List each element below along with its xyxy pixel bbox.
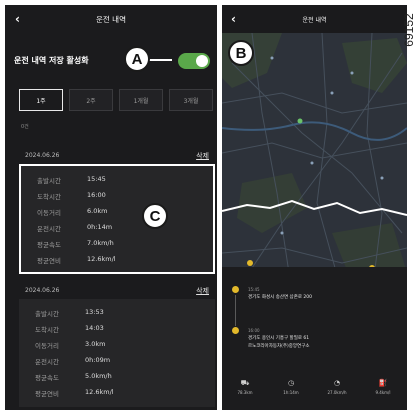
row-label: 평균속도 xyxy=(37,241,61,249)
avg-speed-row: 평균속도 5.0km/h xyxy=(19,370,215,384)
driving-time-row: 운전시간 0h:14m xyxy=(21,221,217,235)
toggle-knob xyxy=(196,55,208,67)
driving-time-row: 운전시간 0h:09m xyxy=(19,354,215,368)
record-date: 2024.06.26 xyxy=(25,287,60,294)
callout-b: B xyxy=(228,40,254,66)
row-label: 이동거리 xyxy=(37,209,61,217)
avg-fuel-row: 평균연비 12.6km/l xyxy=(19,386,215,400)
row-value: 16:00 xyxy=(87,191,106,199)
row-value: 6.0km xyxy=(87,207,108,215)
period-selector: 1주 2주 1개월 3개월 xyxy=(19,89,215,111)
record-details[interactable]: 출발시간 15:45 도착시간 16:00 이동거리 6.0km 운전시간 0h:14m… xyxy=(19,164,215,274)
callout-c: C xyxy=(142,203,168,229)
record-count: 0건 xyxy=(21,124,29,130)
row-label: 평균연비 xyxy=(35,390,59,398)
start-address: 경기도 화성시 송산면 삼존로 200 xyxy=(248,295,312,300)
arrival-time-row: 도착시간 16:00 xyxy=(21,189,217,203)
distance-stat: ⛟ 78.3km xyxy=(222,379,268,405)
history-record: 2024.06.26 삭제 출발시간 13:53 도착시간 14:03 이동거리 3.… xyxy=(19,283,215,408)
stat-value: 78.3km xyxy=(237,390,253,395)
image-code: 69152 xyxy=(397,3,419,63)
row-label: 도착시간 xyxy=(37,193,61,201)
header: ‹ 운전 내역 xyxy=(5,5,217,33)
start-time: 15:45 xyxy=(248,287,260,292)
row-value: 14:03 xyxy=(85,324,104,332)
record-date: 2024.06.26 xyxy=(25,152,60,159)
callout-a: A xyxy=(124,46,150,72)
delete-link[interactable]: 삭제 xyxy=(196,151,209,161)
arrival-time-row: 도착시간 14:03 xyxy=(19,322,215,336)
start-pin-icon xyxy=(232,286,239,293)
row-value: 0h:14m xyxy=(87,223,113,231)
driving-history-screen: ‹ 운전 내역 운전 내역 저장 활성화 1주 2주 1개월 3개월 0건 20… xyxy=(5,5,217,410)
row-label: 이동거리 xyxy=(35,342,59,350)
row-label: 도착시간 xyxy=(35,326,59,334)
row-label: 운전시간 xyxy=(35,358,59,366)
end-pin-icon xyxy=(232,327,239,334)
row-label: 운전시간 xyxy=(37,225,61,233)
header: ‹ 운전 내역 xyxy=(222,5,407,33)
route-map-screen: ‹ 운전 내역 15:45 경기도 화성시 송산면 삼존로 200 16:00 … xyxy=(222,5,407,410)
row-label: 출발시간 xyxy=(37,177,61,185)
stat-value: 27.0km/h xyxy=(327,390,347,395)
trip-stats: ⛟ 78.3km ◷ 1h:14m ◔ 27.0km/h ⛽ 9.4km/l xyxy=(222,379,407,405)
page-title: 운전 내역 xyxy=(302,17,327,24)
duration-stat: ◷ 1h:14m xyxy=(268,379,314,405)
save-history-toggle[interactable] xyxy=(178,53,210,69)
speed-stat: ◔ 27.0km/h xyxy=(314,379,360,405)
end-address-detail: 르노코리아자동차(주)중앙연구소 xyxy=(248,344,310,349)
row-label: 평균연비 xyxy=(37,257,61,265)
save-history-label: 운전 내역 저장 활성화 xyxy=(14,56,89,65)
row-value: 0h:09m xyxy=(85,356,111,364)
history-record: 2024.06.26 삭제 출발시간 15:45 도착시간 16:00 이동거리 6.… xyxy=(19,148,215,278)
stat-value: 1h:14m xyxy=(283,390,299,395)
speedometer-icon: ◔ xyxy=(333,379,341,387)
car-icon: ⛟ xyxy=(240,379,250,387)
departure-time-row: 출발시간 13:53 xyxy=(19,306,215,320)
end-address: 경기도 용인시 기흥구 할밀로 61 xyxy=(248,336,310,341)
row-value: 5.0km/h xyxy=(85,372,112,380)
period-2-weeks-button[interactable]: 2주 xyxy=(69,89,113,111)
period-1-month-button[interactable]: 1개월 xyxy=(119,89,163,111)
departure-time-row: 출발시간 15:45 xyxy=(21,173,217,187)
callout-a-leader xyxy=(148,59,172,61)
image-code-text: 69152 xyxy=(402,13,416,47)
distance-row: 이동거리 6.0km xyxy=(21,205,217,219)
stat-value: 9.4km/l xyxy=(375,390,391,395)
row-label: 평균속도 xyxy=(35,374,59,382)
distance-row: 이동거리 3.0km xyxy=(19,338,215,352)
end-time: 16:00 xyxy=(248,328,260,333)
route-map[interactable] xyxy=(222,33,407,293)
record-details[interactable]: 출발시간 13:53 도착시간 14:03 이동거리 3.0km 운전시간 0h:09m… xyxy=(19,299,215,407)
clock-icon: ◷ xyxy=(287,379,295,387)
row-value: 13:53 xyxy=(85,308,104,316)
row-label: 출발시간 xyxy=(35,310,59,318)
route-connector xyxy=(235,295,236,326)
row-value: 12.6km/l xyxy=(87,255,116,263)
period-3-months-button[interactable]: 3개월 xyxy=(169,89,213,111)
page-title: 운전 내역 xyxy=(96,15,126,24)
avg-speed-row: 평균속도 7.0km/h xyxy=(21,237,217,251)
fuel-icon: ⛽ xyxy=(378,379,388,387)
period-1-week-button[interactable]: 1주 xyxy=(19,89,63,111)
row-value: 12.6km/l xyxy=(85,388,114,396)
row-value: 3.0km xyxy=(85,340,106,348)
row-value: 7.0km/h xyxy=(87,239,114,247)
row-value: 15:45 xyxy=(87,175,106,183)
fuel-stat: ⛽ 9.4km/l xyxy=(360,379,406,405)
delete-link[interactable]: 삭제 xyxy=(196,286,209,296)
avg-fuel-row: 평균연비 12.6km/l xyxy=(21,253,217,267)
